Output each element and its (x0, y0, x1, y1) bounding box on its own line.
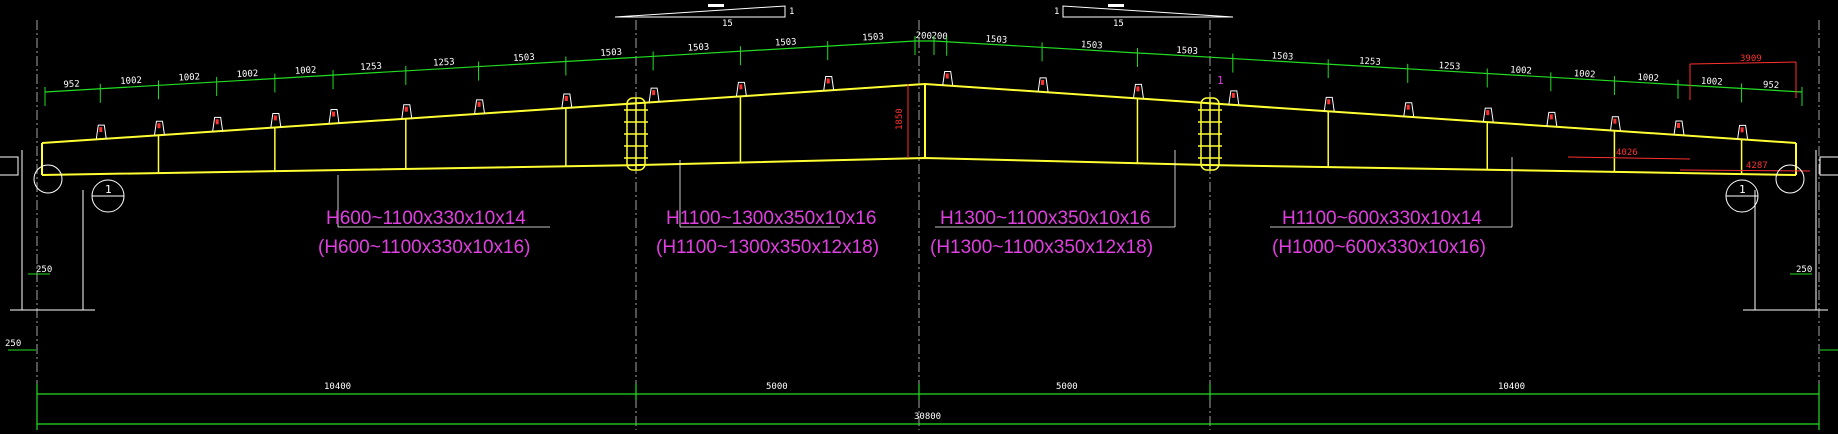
detail-bottom: 4287 (1746, 161, 1768, 171)
purlin-spacing-4: 1002 (295, 66, 317, 77)
bay-4: 10400 (1498, 382, 1525, 392)
detail-top: 3909 (1740, 54, 1762, 64)
column-offset-right: 250 (1796, 265, 1812, 275)
purlin-cleat-18 (1327, 99, 1331, 105)
slope-run-right: 15 (1113, 19, 1124, 29)
grid-bubble-right: 1 (1739, 183, 1746, 196)
purlin-cleat-8 (564, 95, 568, 101)
purlin-spacing-18: 1253 (1359, 57, 1381, 68)
purlin-cleat-19 (1406, 104, 1410, 110)
purlin-spacing-10: 1503 (775, 37, 797, 48)
purlin-spacing-7: 1503 (513, 53, 535, 64)
purlin-cleat-16 (1136, 86, 1140, 92)
purlin-spacing-3: 1002 (236, 69, 258, 80)
purlin-spacing-24: 952 (1763, 80, 1780, 91)
purlin-cleat-22 (1613, 118, 1617, 124)
purlin-cleat-10 (739, 84, 743, 90)
purlin-cleat-20 (1486, 110, 1490, 116)
purlin-spacing-19: 1253 (1438, 61, 1460, 72)
purlin-spacing-21: 1002 (1573, 69, 1595, 80)
purlin-dimension-chain: 952 1002 1002 1002 1002 1253 1253 1503 1503 1503 1… (44, 31, 1803, 106)
purlin-cleat-15 (1041, 79, 1045, 85)
slope-rise-right: 1 (1054, 7, 1059, 17)
purlin-spacing-6: 1253 (433, 57, 455, 68)
purlin-cleat-24 (1740, 127, 1744, 133)
bay-1: 10400 (324, 382, 351, 392)
purlin-cleat-9 (652, 90, 656, 96)
slope-run-left: 15 (722, 19, 733, 29)
truss-elevation-drawing: 15 1 15 1 952 1002 1002 1002 1002 1253 1253 150… (0, 4, 1838, 430)
splice-right (1198, 97, 1222, 171)
purlin-cleat-17 (1231, 92, 1235, 98)
purlin-spacing-5: 1253 (360, 62, 382, 73)
detail-mid: 4026 (1616, 148, 1638, 158)
purlin-spacing-23: 1002 (1701, 77, 1723, 88)
purlin-spacing-2: 1002 (178, 72, 200, 83)
section-mark: 1 (1217, 74, 1224, 87)
purlin-spacing-16: 1503 (1176, 46, 1198, 57)
total-span: 30800 (914, 412, 941, 422)
purlin-cleat-14 (945, 73, 949, 79)
purlin-spacing-17: 1503 (1271, 51, 1293, 62)
splice-left (624, 97, 648, 171)
purlin-spacing-11: 1503 (862, 32, 884, 43)
purlin-cleat-21 (1549, 114, 1553, 120)
axis-lines (36, 20, 1820, 430)
purlin-spacing-1: 1002 (120, 76, 142, 87)
purlin-spacing-22: 1002 (1637, 73, 1659, 84)
member-3-main: H1300~1100x350x10x16 (940, 208, 1150, 229)
purlin-cleat-4 (273, 115, 277, 121)
purlin-cleat-5 (332, 111, 336, 117)
purlin-spacing-20: 1002 (1510, 65, 1532, 76)
member-1-alt: (H600~1100x330x10x16) (318, 237, 531, 258)
column-left (0, 150, 125, 351)
purlin-cleat-1 (99, 127, 103, 133)
bay-2: 5000 (766, 382, 788, 392)
member-4-alt: (H1000~600x330x10x16) (1272, 237, 1486, 258)
purlin-spacing-15: 1503 (1081, 40, 1103, 51)
ridge-height: 1850 (895, 108, 905, 130)
purlin-spacing-8: 1503 (600, 48, 622, 59)
purlin-cleat-2 (157, 123, 161, 129)
purlin-spacing-9: 1503 (687, 43, 709, 54)
grid-bubble-left: 1 (105, 183, 112, 196)
purlin-cleat-23 (1677, 123, 1680, 129)
purlin-cleat-6 (404, 106, 408, 112)
column-right (1725, 150, 1838, 351)
purlin-spacing-14: 1503 (985, 35, 1007, 46)
purlin-cleat-7 (477, 101, 481, 107)
column-offset-left: 250 (36, 265, 52, 275)
member-3-alt: (H1300~1100x350x12x18) (930, 237, 1153, 258)
bay-dimension-chain (36, 384, 1820, 430)
purlin-cleat-3 (215, 119, 219, 125)
bay-3: 5000 (1056, 382, 1078, 392)
purlin-cleat-11 (826, 78, 830, 84)
detail-dimensions: 3909 4026 4287 (1567, 54, 1811, 172)
member-2-alt: (H1100~1300x350x12x18) (656, 237, 879, 258)
base-offset: 250 (5, 339, 21, 349)
slope-indicator-left: 15 1 (614, 4, 794, 29)
purlin-spacing-12: 200 (915, 31, 932, 42)
purlin-spacing-0: 952 (63, 79, 80, 90)
member-4-main: H1100~600x330x10x14 (1282, 208, 1482, 229)
member-2-main: H1100~1300x350x10x16 (666, 208, 876, 229)
slope-rise-left: 1 (789, 7, 794, 17)
slope-indicator-right: 15 1 (1054, 4, 1234, 29)
member-1-main: H600~1100x330x10x14 (326, 208, 526, 229)
